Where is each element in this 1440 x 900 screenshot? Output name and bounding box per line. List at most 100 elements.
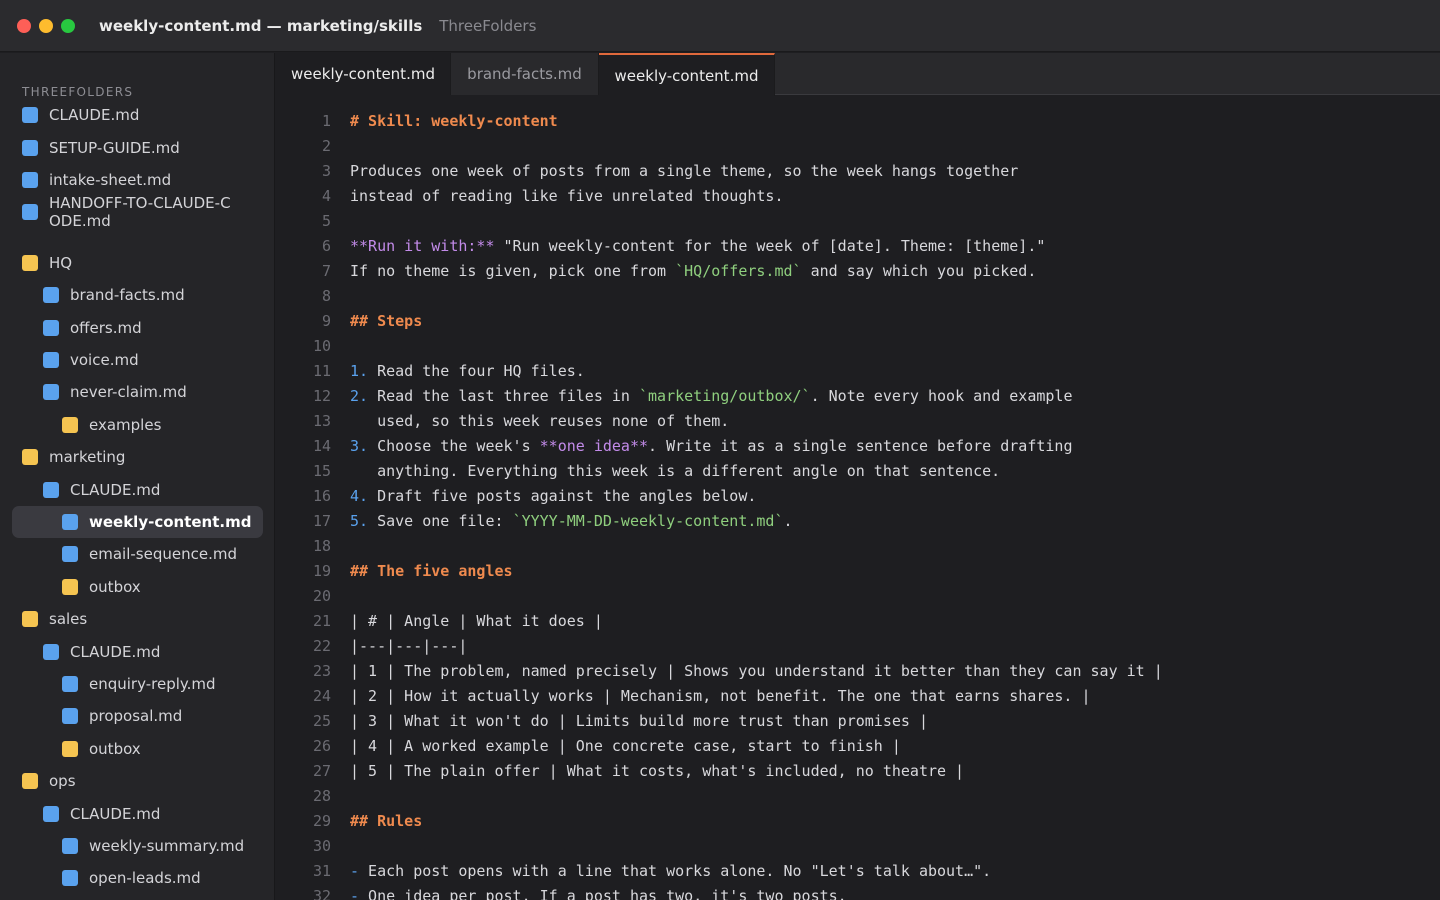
line-number: 26 bbox=[312, 737, 331, 755]
file-item[interactable]: HANDOFF-TO-CLAUDE-CODE.md bbox=[12, 194, 263, 230]
code-line: 30 bbox=[276, 834, 1440, 859]
line-content: ## Steps bbox=[350, 309, 422, 334]
code-token: | 5 | The plain offer | What it costs, w… bbox=[350, 762, 965, 780]
code-line: 19 ## The five angles bbox=[276, 559, 1440, 584]
tree-item-label: voice.md bbox=[70, 351, 139, 369]
file-icon bbox=[62, 708, 78, 724]
minimize-window-button[interactable] bbox=[39, 18, 53, 33]
file-item[interactable]: voice.md bbox=[12, 344, 263, 376]
code-token: - bbox=[350, 862, 360, 880]
file-item[interactable]: SETUP-GUIDE.md bbox=[12, 132, 263, 164]
title-bar: weekly-content.md — marketing/skills Thr… bbox=[0, 0, 1440, 52]
file-item[interactable]: CLAUDE.md bbox=[12, 798, 263, 830]
file-item[interactable]: weekly-content.md bbox=[12, 506, 263, 538]
window-title: weekly-content.md — marketing/skills bbox=[99, 16, 423, 35]
line-content: |---|---|---| bbox=[350, 634, 467, 659]
code-token: | # | Angle | What it does | bbox=[350, 612, 603, 630]
line-number: 27 bbox=[312, 762, 331, 780]
code-token: used, so this week reuses none of them. bbox=[350, 412, 730, 430]
code-token: `marketing/outbox/` bbox=[639, 387, 811, 405]
file-item[interactable]: email-sequence.md bbox=[12, 538, 263, 570]
code-line: 16 4. Draft five posts against the angles… bbox=[276, 484, 1440, 509]
code-token: 5. bbox=[350, 512, 369, 530]
tree-item-label: CLAUDE.md bbox=[70, 643, 161, 661]
tree-item-label: CLAUDE.md bbox=[70, 805, 161, 823]
zoom-window-button[interactable] bbox=[61, 18, 75, 33]
line-number: 31 bbox=[312, 862, 331, 880]
file-item[interactable]: enquiry-reply.md bbox=[12, 668, 263, 700]
folder-item[interactable]: examples bbox=[12, 409, 263, 441]
line-content: instead of reading like five unrelated t… bbox=[350, 184, 783, 209]
code-token: `HQ/offers.md` bbox=[675, 262, 802, 280]
code-editor[interactable]: 1 # Skill: weekly-content 2 3 Produces one w… bbox=[276, 96, 1440, 900]
code-token: ## Steps bbox=[350, 312, 423, 330]
file-item[interactable]: intake-sheet.md bbox=[12, 164, 263, 196]
file-icon bbox=[43, 806, 59, 822]
code-line: 27 | 5 | The plain offer | What it costs,… bbox=[276, 759, 1440, 784]
file-icon bbox=[43, 384, 59, 400]
code-token: . Note every hook and example bbox=[810, 387, 1073, 405]
code-line: 6 **Run it with:** "Run weekly-content fo… bbox=[276, 234, 1440, 259]
file-item[interactable]: CLAUDE.md bbox=[12, 99, 263, 131]
file-item[interactable]: CLAUDE.md bbox=[12, 636, 263, 668]
line-content: 2. Read the last three files in `marketi… bbox=[350, 384, 1073, 409]
tab-bar: weekly-content.md brand-facts.md weekly-… bbox=[276, 53, 1440, 96]
folder-icon bbox=[22, 255, 38, 271]
file-icon bbox=[43, 287, 59, 303]
code-token: 2. bbox=[350, 387, 369, 405]
file-item[interactable]: CLAUDE.md bbox=[12, 474, 263, 506]
folder-item[interactable]: HQ bbox=[12, 247, 263, 279]
line-content: 3. Choose the week's **one idea**. Write… bbox=[350, 434, 1072, 459]
code-token: "Run weekly-content for the week of [dat… bbox=[494, 237, 1046, 255]
folder-item[interactable]: marketing bbox=[12, 441, 263, 473]
line-content: | 3 | What it won't do | Limits build mo… bbox=[350, 709, 928, 734]
tab-brand-facts[interactable]: brand-facts.md bbox=[451, 53, 599, 95]
file-item[interactable]: weekly-summary.md bbox=[12, 830, 263, 862]
code-token: Produces one week of posts from a single… bbox=[350, 162, 1019, 180]
code-line: 4 instead of reading like five unrelated … bbox=[276, 184, 1440, 209]
line-content: | 4 | A worked example | One concrete ca… bbox=[350, 734, 901, 759]
folder-item[interactable]: outbox bbox=[12, 571, 263, 603]
file-icon bbox=[22, 140, 38, 156]
code-token: . bbox=[783, 512, 793, 530]
line-number: 10 bbox=[312, 337, 331, 355]
tree-item-label: CLAUDE.md bbox=[70, 481, 161, 499]
line-number: 9 bbox=[321, 312, 331, 330]
line-content: 4. Draft five posts against the angles b… bbox=[350, 484, 756, 509]
line-number: 30 bbox=[312, 837, 331, 855]
line-content: anything. Everything this week is a diff… bbox=[350, 459, 1000, 484]
file-item[interactable]: open-leads.md bbox=[12, 862, 263, 894]
tab-weekly-content-active[interactable]: weekly-content.md bbox=[599, 53, 775, 96]
code-line: 17 5. Save one file: `YYYY-MM-DD-weekly-c… bbox=[276, 509, 1440, 534]
tree-item-label: brand-facts.md bbox=[70, 286, 185, 304]
code-line: 23 | 1 | The problem, named precisely | S… bbox=[276, 659, 1440, 684]
tree-item-label: outbox bbox=[89, 578, 141, 596]
code-token: | 3 | What it won't do | Limits build mo… bbox=[350, 712, 928, 730]
tree-item-label: sales bbox=[49, 610, 88, 628]
code-line: 12 2. Read the last three files in `marke… bbox=[276, 384, 1440, 409]
file-item[interactable]: never-claim.md bbox=[12, 376, 263, 408]
code-token: |---|---|---| bbox=[350, 637, 468, 655]
file-icon bbox=[43, 352, 59, 368]
line-number: 15 bbox=[312, 462, 331, 480]
tree-item-label: examples bbox=[89, 416, 162, 434]
line-number: 4 bbox=[321, 187, 331, 205]
folder-item[interactable]: outbox bbox=[12, 733, 263, 765]
code-line: 20 bbox=[276, 584, 1440, 609]
line-number: 2 bbox=[321, 137, 331, 155]
tree-item-label: open-leads.md bbox=[89, 869, 201, 887]
file-item[interactable]: brand-facts.md bbox=[12, 279, 263, 311]
folder-item[interactable]: sales bbox=[12, 603, 263, 635]
tab-weekly-content-1[interactable]: weekly-content.md bbox=[276, 53, 451, 95]
code-token: . Write it as a single sentence before d… bbox=[648, 437, 1073, 455]
file-item[interactable]: proposal.md bbox=[12, 700, 263, 732]
tree-item-label: HQ bbox=[49, 254, 73, 272]
line-content: | 5 | The plain offer | What it costs, w… bbox=[350, 759, 964, 784]
line-number: 28 bbox=[312, 787, 331, 805]
code-line: 26 | 4 | A worked example | One concrete … bbox=[276, 734, 1440, 759]
folder-item[interactable]: ops bbox=[12, 765, 263, 797]
tree-item-label: intake-sheet.md bbox=[49, 171, 172, 189]
close-window-button[interactable] bbox=[17, 18, 31, 33]
tree-item-label: offers.md bbox=[70, 319, 142, 337]
file-item[interactable]: offers.md bbox=[12, 312, 263, 344]
